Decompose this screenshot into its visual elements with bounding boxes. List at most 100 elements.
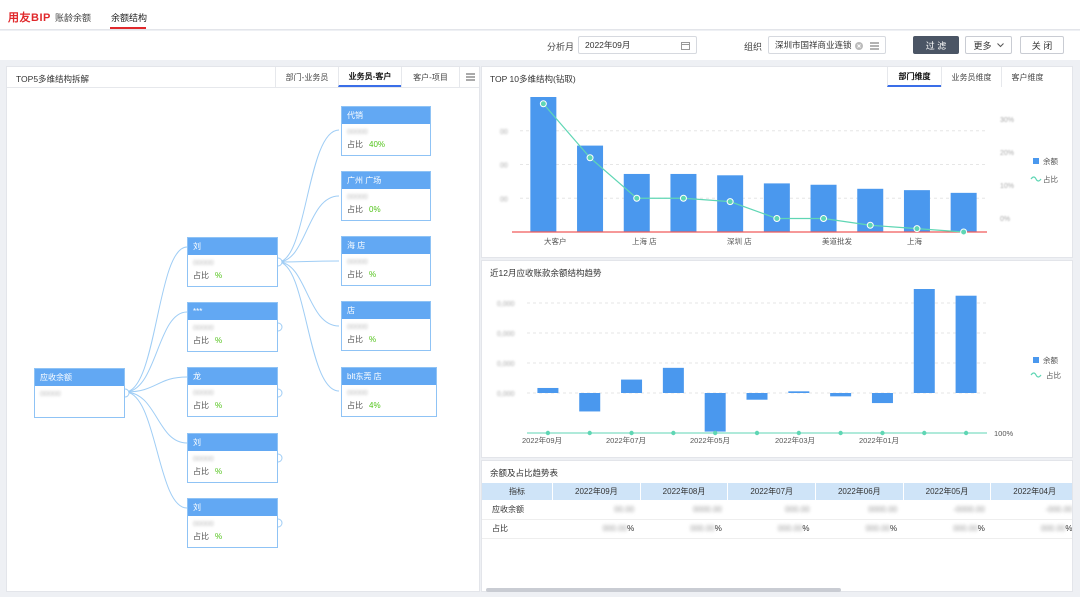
active-tab-indicator: [110, 27, 146, 29]
x-tick-label: 2022年07月: [606, 435, 646, 445]
node-value: 00000: [193, 388, 214, 397]
list-icon[interactable]: [870, 42, 879, 50]
legend-swatch: [1030, 176, 1042, 182]
structure-tree-panel: TOP5多维结构拆解 部门-业务员 业务员-客户 客户-项目 应收余额 0000…: [6, 66, 480, 592]
period-value: 2022年09月: [585, 40, 631, 50]
tree-node-customer[interactable]: 海 店 00000 占比%: [341, 236, 431, 286]
filter-button[interactable]: 过 滤: [913, 36, 959, 54]
trend-panel: 近12月应收账款余额结构趋势 0,000 0,000 0,000 0,000 2022年…: [481, 260, 1073, 458]
org-label: 组织: [744, 42, 763, 52]
tab-salesman-dimension[interactable]: 业务员维度: [941, 67, 1001, 87]
tree-node-salesman[interactable]: 刘 00000 占比%: [187, 433, 278, 483]
y2-tick-label: 100%: [994, 429, 1014, 438]
clear-icon[interactable]: [855, 42, 863, 50]
ratio-point: [586, 154, 594, 162]
ratio-point: [754, 430, 760, 436]
tree-node-root[interactable]: 应收余额 00000: [34, 368, 125, 418]
tree-node-customer[interactable]: 代销 00000 占比 40%: [341, 106, 431, 156]
chart-bar: [810, 184, 837, 232]
table-cell: 00.00: [614, 504, 635, 514]
trend-table-wrapper: 指标 2022年09月 2022年08月 2022年07月 2022年06月 2…: [482, 483, 1072, 539]
legend-swatch: [1033, 357, 1039, 363]
ratio-point: [633, 194, 641, 202]
tree-node-customer[interactable]: 广州 广场 00000 占比 0%: [341, 171, 431, 221]
node-title: 刘: [188, 434, 277, 451]
table-title: 余额及占比趋势表: [490, 468, 559, 478]
ratio-point: [671, 430, 676, 436]
x-tick-label: 2022年09月: [522, 435, 562, 445]
x-tick-label: 上海 店: [632, 236, 657, 246]
y-tick-label: 0,000: [497, 331, 515, 338]
horizontal-scrollbar[interactable]: [486, 588, 841, 592]
ratio-point: [963, 430, 969, 436]
chart-bar: [746, 393, 768, 400]
table-cell: 000.00%: [777, 524, 810, 533]
chart-bar: [830, 393, 852, 397]
chart-bar: [788, 391, 810, 393]
x-tick-label: 深圳 店: [727, 236, 752, 246]
more-button[interactable]: 更多: [965, 36, 1012, 54]
node-title: 广州 广场: [342, 172, 430, 189]
chart-bar: [871, 393, 893, 404]
tree-node-customer[interactable]: 店 00000 占比%: [341, 301, 431, 351]
chart-bar: [704, 393, 726, 432]
chart-bar: [530, 97, 557, 232]
tab-balance-structure[interactable]: 余额结构: [111, 11, 147, 24]
node-title: ***: [188, 303, 277, 320]
x-tick-label: 2022年01月: [859, 435, 899, 445]
table-cell: 0000.00: [692, 504, 722, 514]
tree-node-salesman[interactable]: 刘 00000 占比%: [187, 237, 278, 287]
ratio-point: [922, 430, 927, 436]
close-button[interactable]: 关 闭: [1020, 36, 1064, 54]
tree-node-salesman[interactable]: 刘 00000 占比%: [187, 498, 278, 548]
table-row: 应收余额 00.00 0000.00 000.00 0000.00 -0000.…: [482, 500, 1072, 519]
node-ratio: 占比%: [193, 336, 223, 345]
node-value: 00000: [347, 192, 368, 201]
ratio-point: [796, 430, 802, 436]
trend-table: 指标 2022年09月 2022年08月 2022年07月 2022年06月 2…: [482, 483, 1072, 539]
tab-dept-dimension[interactable]: 部门维度: [887, 67, 941, 87]
ratio-point: [773, 215, 781, 222]
chart-bar: [670, 173, 697, 232]
table-cell: -0000.00: [953, 504, 985, 514]
top-bar: 用友BIP 账龄余额 余额结构: [0, 0, 1080, 30]
node-title: 刘: [188, 499, 277, 516]
node-value: 00000: [193, 323, 214, 332]
ratio-point: [820, 215, 828, 222]
node-value: 00000: [40, 389, 61, 398]
y-tick-label: 00: [500, 163, 508, 170]
ratio-line: [542, 103, 964, 233]
org-select[interactable]: 深圳市国祥商业连锁: [768, 36, 886, 54]
y-tick-label: 0,000: [497, 301, 515, 308]
chart-bar: [662, 367, 684, 393]
tree-node-salesman[interactable]: 龙 00000 占比%: [187, 367, 278, 417]
ratio-point: [880, 430, 885, 436]
ratio-point: [539, 100, 547, 108]
x-tick-label: 大客户: [544, 236, 567, 246]
table-header: 指标: [482, 483, 554, 500]
period-picker[interactable]: 2022年09月: [578, 36, 697, 54]
node-title: 龙: [188, 368, 277, 385]
node-title: 刘: [188, 238, 277, 255]
x-tick-label: 2022年05月: [690, 435, 730, 445]
table-header-row: 指标 2022年09月 2022年08月 2022年07月 2022年06月 2…: [482, 483, 1072, 500]
tab-aging-balance[interactable]: 账龄余额: [55, 11, 91, 24]
node-title: 店: [342, 302, 430, 319]
tab-customer-dimension[interactable]: 客户维度: [1001, 67, 1053, 87]
node-ratio: 占比%: [193, 467, 223, 476]
table-cell: 000.00%: [602, 524, 635, 533]
y-tick-label: 00: [500, 129, 508, 136]
node-ratio: 占比 4%: [347, 401, 381, 410]
y2-tick-label: 0%: [1000, 216, 1010, 223]
table-cell: 0000.00: [868, 504, 898, 514]
table-header: 2022年09月: [552, 483, 641, 500]
chart-bar: [621, 379, 643, 393]
legend-label: 占比: [1043, 174, 1059, 184]
tree-node-salesman[interactable]: *** 00000 占比%: [187, 302, 278, 352]
x-tick-label: 美道批发: [822, 236, 852, 246]
node-value: 00000: [193, 258, 214, 267]
ratio-point: [629, 430, 634, 436]
node-ratio: 占比%: [193, 401, 223, 410]
node-ratio: 占比%: [193, 532, 223, 541]
tree-node-customer[interactable]: blt东莞 店 00000 占比 4%: [341, 367, 437, 417]
